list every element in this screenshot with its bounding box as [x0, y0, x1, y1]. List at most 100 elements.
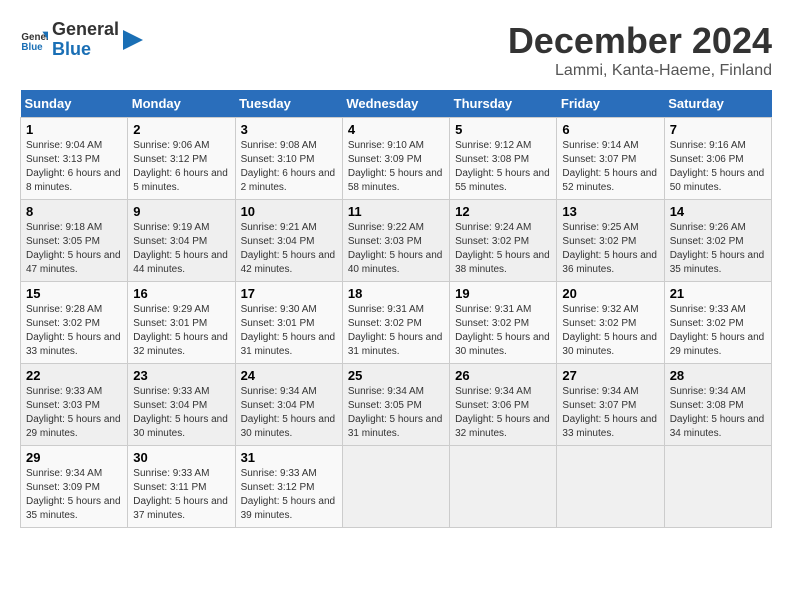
day-info: Sunrise: 9:25 AMSunset: 3:02 PMDaylight:…: [562, 221, 658, 277]
day-info: Sunrise: 9:33 AMSunset: 3:02 PMDaylight:…: [670, 303, 766, 359]
logo-general-text: General: [52, 20, 119, 40]
calendar-week-4: 22 Sunrise: 9:33 AMSunset: 3:03 PMDayligh…: [21, 364, 772, 446]
calendar-cell: 15Sunrise: 9:28 AMSunset: 3:02 PMDayligh…: [21, 282, 128, 364]
day-info: Sunrise: 9:34 AMSunset: 3:09 PMDaylight:…: [26, 467, 122, 523]
day-number: 22: [26, 368, 122, 383]
day-info: Sunrise: 9:21 AMSunset: 3:04 PMDaylight:…: [241, 221, 337, 277]
day-number: 7: [670, 122, 766, 137]
day-info: Sunrise: 9:26 AMSunset: 3:02 PMDaylight:…: [670, 221, 766, 277]
calendar-cell: [664, 446, 771, 528]
calendar-cell: 14 Sunrise: 9:26 AMSunset: 3:02 PMDayligh…: [664, 200, 771, 282]
day-number: 16: [133, 286, 229, 301]
day-info: Sunrise: 9:33 AMSunset: 3:11 PMDaylight:…: [133, 467, 229, 523]
day-number: 17: [241, 286, 337, 301]
day-info: Sunrise: 9:30 AMSunset: 3:01 PMDaylight:…: [241, 303, 337, 359]
day-info: Sunrise: 9:06 AMSunset: 3:12 PMDaylight:…: [133, 139, 229, 195]
day-info: Sunrise: 9:32 AMSunset: 3:02 PMDaylight:…: [562, 303, 658, 359]
month-title: December 2024: [508, 20, 772, 62]
calendar-cell: 23 Sunrise: 9:33 AMSunset: 3:04 PMDayligh…: [128, 364, 235, 446]
calendar-cell: 3 Sunrise: 9:08 AMSunset: 3:10 PMDaylight…: [235, 118, 342, 200]
calendar-cell: 26Sunrise: 9:34 AMSunset: 3:06 PMDayligh…: [450, 364, 557, 446]
column-header-friday: Friday: [557, 90, 664, 118]
logo: General Blue General Blue: [20, 20, 143, 60]
day-info: Sunrise: 9:22 AMSunset: 3:03 PMDaylight:…: [348, 221, 444, 277]
day-info: Sunrise: 9:34 AMSunset: 3:05 PMDaylight:…: [348, 385, 444, 441]
calendar-header-row: SundayMondayTuesdayWednesdayThursdayFrid…: [21, 90, 772, 118]
calendar-week-3: 15Sunrise: 9:28 AMSunset: 3:02 PMDayligh…: [21, 282, 772, 364]
day-number: 21: [670, 286, 766, 301]
day-number: 24: [241, 368, 337, 383]
column-header-sunday: Sunday: [21, 90, 128, 118]
calendar-cell: [342, 446, 449, 528]
day-info: Sunrise: 9:24 AMSunset: 3:02 PMDaylight:…: [455, 221, 551, 277]
calendar-cell: 28Sunrise: 9:34 AMSunset: 3:08 PMDayligh…: [664, 364, 771, 446]
day-info: Sunrise: 9:04 AMSunset: 3:13 PMDaylight:…: [26, 139, 122, 195]
day-info: Sunrise: 9:31 AMSunset: 3:02 PMDaylight:…: [348, 303, 444, 359]
calendar-cell: 20Sunrise: 9:32 AMSunset: 3:02 PMDayligh…: [557, 282, 664, 364]
logo-blue-text: Blue: [52, 40, 119, 60]
calendar-cell: 19Sunrise: 9:31 AMSunset: 3:02 PMDayligh…: [450, 282, 557, 364]
day-number: 11: [348, 204, 444, 219]
calendar-cell: 8 Sunrise: 9:18 AMSunset: 3:05 PMDaylight…: [21, 200, 128, 282]
day-number: 8: [26, 204, 122, 219]
calendar-cell: 22 Sunrise: 9:33 AMSunset: 3:03 PMDayligh…: [21, 364, 128, 446]
day-number: 25: [348, 368, 444, 383]
calendar-cell: 16Sunrise: 9:29 AMSunset: 3:01 PMDayligh…: [128, 282, 235, 364]
calendar-week-1: 1 Sunrise: 9:04 AMSunset: 3:13 PMDaylight…: [21, 118, 772, 200]
title-block: December 2024 Lammi, Kanta-Haeme, Finlan…: [508, 20, 772, 80]
calendar-cell: 11 Sunrise: 9:22 AMSunset: 3:03 PMDayligh…: [342, 200, 449, 282]
day-info: Sunrise: 9:10 AMSunset: 3:09 PMDaylight:…: [348, 139, 444, 195]
calendar-cell: [450, 446, 557, 528]
day-number: 4: [348, 122, 444, 137]
calendar-cell: 17 Sunrise: 9:30 AMSunset: 3:01 PMDayligh…: [235, 282, 342, 364]
calendar-cell: [557, 446, 664, 528]
calendar-table: SundayMondayTuesdayWednesdayThursdayFrid…: [20, 90, 772, 528]
calendar-cell: 6 Sunrise: 9:14 AMSunset: 3:07 PMDaylight…: [557, 118, 664, 200]
page-header: General Blue General Blue December 2024 …: [20, 20, 772, 80]
day-number: 3: [241, 122, 337, 137]
day-number: 29: [26, 450, 122, 465]
calendar-cell: 30Sunrise: 9:33 AMSunset: 3:11 PMDayligh…: [128, 446, 235, 528]
column-header-wednesday: Wednesday: [342, 90, 449, 118]
column-header-saturday: Saturday: [664, 90, 771, 118]
calendar-cell: 25 Sunrise: 9:34 AMSunset: 3:05 PMDayligh…: [342, 364, 449, 446]
logo-arrow-icon: [123, 30, 143, 50]
calendar-cell: 18 Sunrise: 9:31 AMSunset: 3:02 PMDayligh…: [342, 282, 449, 364]
day-number: 19: [455, 286, 551, 301]
day-number: 14: [670, 204, 766, 219]
day-number: 5: [455, 122, 551, 137]
day-info: Sunrise: 9:18 AMSunset: 3:05 PMDaylight:…: [26, 221, 122, 277]
day-info: Sunrise: 9:34 AMSunset: 3:07 PMDaylight:…: [562, 385, 658, 441]
calendar-cell: 7 Sunrise: 9:16 AMSunset: 3:06 PMDaylight…: [664, 118, 771, 200]
day-info: Sunrise: 9:28 AMSunset: 3:02 PMDaylight:…: [26, 303, 122, 359]
day-info: Sunrise: 9:33 AMSunset: 3:12 PMDaylight:…: [241, 467, 337, 523]
day-number: 28: [670, 368, 766, 383]
calendar-cell: 9Sunrise: 9:19 AMSunset: 3:04 PMDaylight…: [128, 200, 235, 282]
day-number: 18: [348, 286, 444, 301]
calendar-cell: 29 Sunrise: 9:34 AMSunset: 3:09 PMDayligh…: [21, 446, 128, 528]
logo-icon: General Blue: [20, 26, 48, 54]
day-info: Sunrise: 9:12 AMSunset: 3:08 PMDaylight:…: [455, 139, 551, 195]
day-info: Sunrise: 9:34 AMSunset: 3:04 PMDaylight:…: [241, 385, 337, 441]
day-info: Sunrise: 9:33 AMSunset: 3:03 PMDaylight:…: [26, 385, 122, 441]
day-number: 13: [562, 204, 658, 219]
calendar-week-2: 8 Sunrise: 9:18 AMSunset: 3:05 PMDaylight…: [21, 200, 772, 282]
calendar-cell: 10 Sunrise: 9:21 AMSunset: 3:04 PMDayligh…: [235, 200, 342, 282]
day-number: 23: [133, 368, 229, 383]
calendar-week-5: 29 Sunrise: 9:34 AMSunset: 3:09 PMDayligh…: [21, 446, 772, 528]
svg-text:Blue: Blue: [21, 42, 43, 53]
calendar-cell: 5 Sunrise: 9:12 AMSunset: 3:08 PMDaylight…: [450, 118, 557, 200]
day-info: Sunrise: 9:08 AMSunset: 3:10 PMDaylight:…: [241, 139, 337, 195]
calendar-cell: 27 Sunrise: 9:34 AMSunset: 3:07 PMDayligh…: [557, 364, 664, 446]
day-number: 1: [26, 122, 122, 137]
day-number: 31: [241, 450, 337, 465]
day-number: 10: [241, 204, 337, 219]
day-number: 27: [562, 368, 658, 383]
calendar-cell: 13 Sunrise: 9:25 AMSunset: 3:02 PMDayligh…: [557, 200, 664, 282]
day-info: Sunrise: 9:16 AMSunset: 3:06 PMDaylight:…: [670, 139, 766, 195]
column-header-tuesday: Tuesday: [235, 90, 342, 118]
day-info: Sunrise: 9:14 AMSunset: 3:07 PMDaylight:…: [562, 139, 658, 195]
day-number: 6: [562, 122, 658, 137]
day-info: Sunrise: 9:33 AMSunset: 3:04 PMDaylight:…: [133, 385, 229, 441]
day-info: Sunrise: 9:19 AMSunset: 3:04 PMDaylight:…: [133, 221, 229, 277]
